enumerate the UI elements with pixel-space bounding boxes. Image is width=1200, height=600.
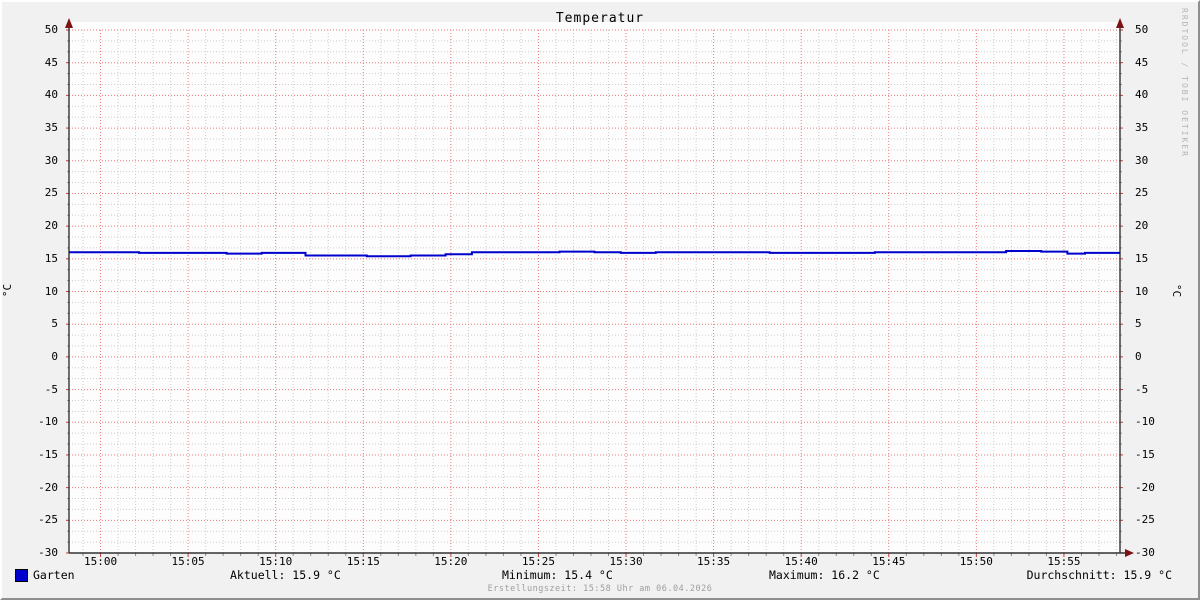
y-tick-label-left: -30	[38, 546, 58, 559]
y-tick-label-left: 15	[44, 251, 58, 265]
y-axis-unit-right: °C	[1170, 283, 1184, 298]
y-tick-label-left: 40	[44, 88, 58, 102]
y-tick-label-right: 0	[1135, 349, 1142, 363]
rrdtool-graph: Temperatur RRDTOOL / TOBI OETIKER °C °C …	[0, 0, 1200, 600]
series-color-swatch	[15, 569, 28, 582]
y-tick-label-left: 30	[44, 153, 58, 167]
y-tick-label-right: -10	[1135, 415, 1155, 429]
y-tick-label-left: -20	[38, 480, 58, 494]
legend-row: Garten Aktuell: 15.9 °C Minimum: 15.4 °C…	[2, 567, 1198, 583]
y-tick-label-left: 0	[51, 349, 58, 363]
y-tick-label-right: 45	[1135, 55, 1149, 69]
y-tick-label-left: 35	[44, 121, 58, 135]
stat-maximum: Maximum: 16.2 °C	[769, 568, 880, 582]
y-tick-label-right: 10	[1135, 284, 1149, 298]
stat-current: Aktuell: 15.9 °C	[230, 568, 341, 582]
y-tick-label-right: -15	[1135, 447, 1155, 461]
y-tick-label-left: -5	[44, 382, 58, 396]
y-tick-label-right: 25	[1135, 186, 1149, 200]
y-tick-label-left: -15	[38, 447, 58, 461]
y-tick-label-right: 50	[1135, 23, 1149, 36]
y-tick-label-left: 10	[44, 284, 58, 298]
y-tick-label-right: 30	[1135, 153, 1149, 167]
series-label: Garten	[33, 568, 75, 582]
y-tick-label-right: 15	[1135, 251, 1149, 265]
y-tick-label-right: 5	[1135, 317, 1142, 331]
stat-minimum: Minimum: 15.4 °C	[502, 568, 613, 582]
y-tick-label-right: -5	[1135, 382, 1149, 396]
y-tick-label-left: 45	[44, 55, 58, 69]
y-tick-label-right: -20	[1135, 480, 1155, 494]
y-tick-label-left: 5	[51, 317, 58, 331]
x-axis-arrow	[1125, 549, 1134, 557]
plot-background	[69, 22, 1120, 553]
y-tick-label-right: 40	[1135, 88, 1149, 102]
y-tick-label-left: 20	[44, 219, 58, 233]
chart-title: Temperatur	[555, 11, 645, 26]
y-tick-label-left: -25	[38, 513, 58, 527]
y-tick-label-right: 35	[1135, 121, 1149, 135]
temperature-plot	[65, 18, 1134, 557]
y-tick-label-right: -30	[1135, 546, 1155, 559]
y-tick-label-left: 50	[44, 23, 58, 36]
creation-timestamp: Erstellungszeit: 15:58 Uhr am 06.04.2026	[487, 584, 713, 594]
y-tick-label-right: 20	[1135, 219, 1149, 233]
y-tick-label-right: -25	[1135, 513, 1155, 527]
stat-average: Durchschnitt: 15.9 °C	[1026, 568, 1172, 582]
y-tick-label-left: 25	[44, 186, 58, 200]
y-tick-label-left: -10	[38, 415, 58, 429]
